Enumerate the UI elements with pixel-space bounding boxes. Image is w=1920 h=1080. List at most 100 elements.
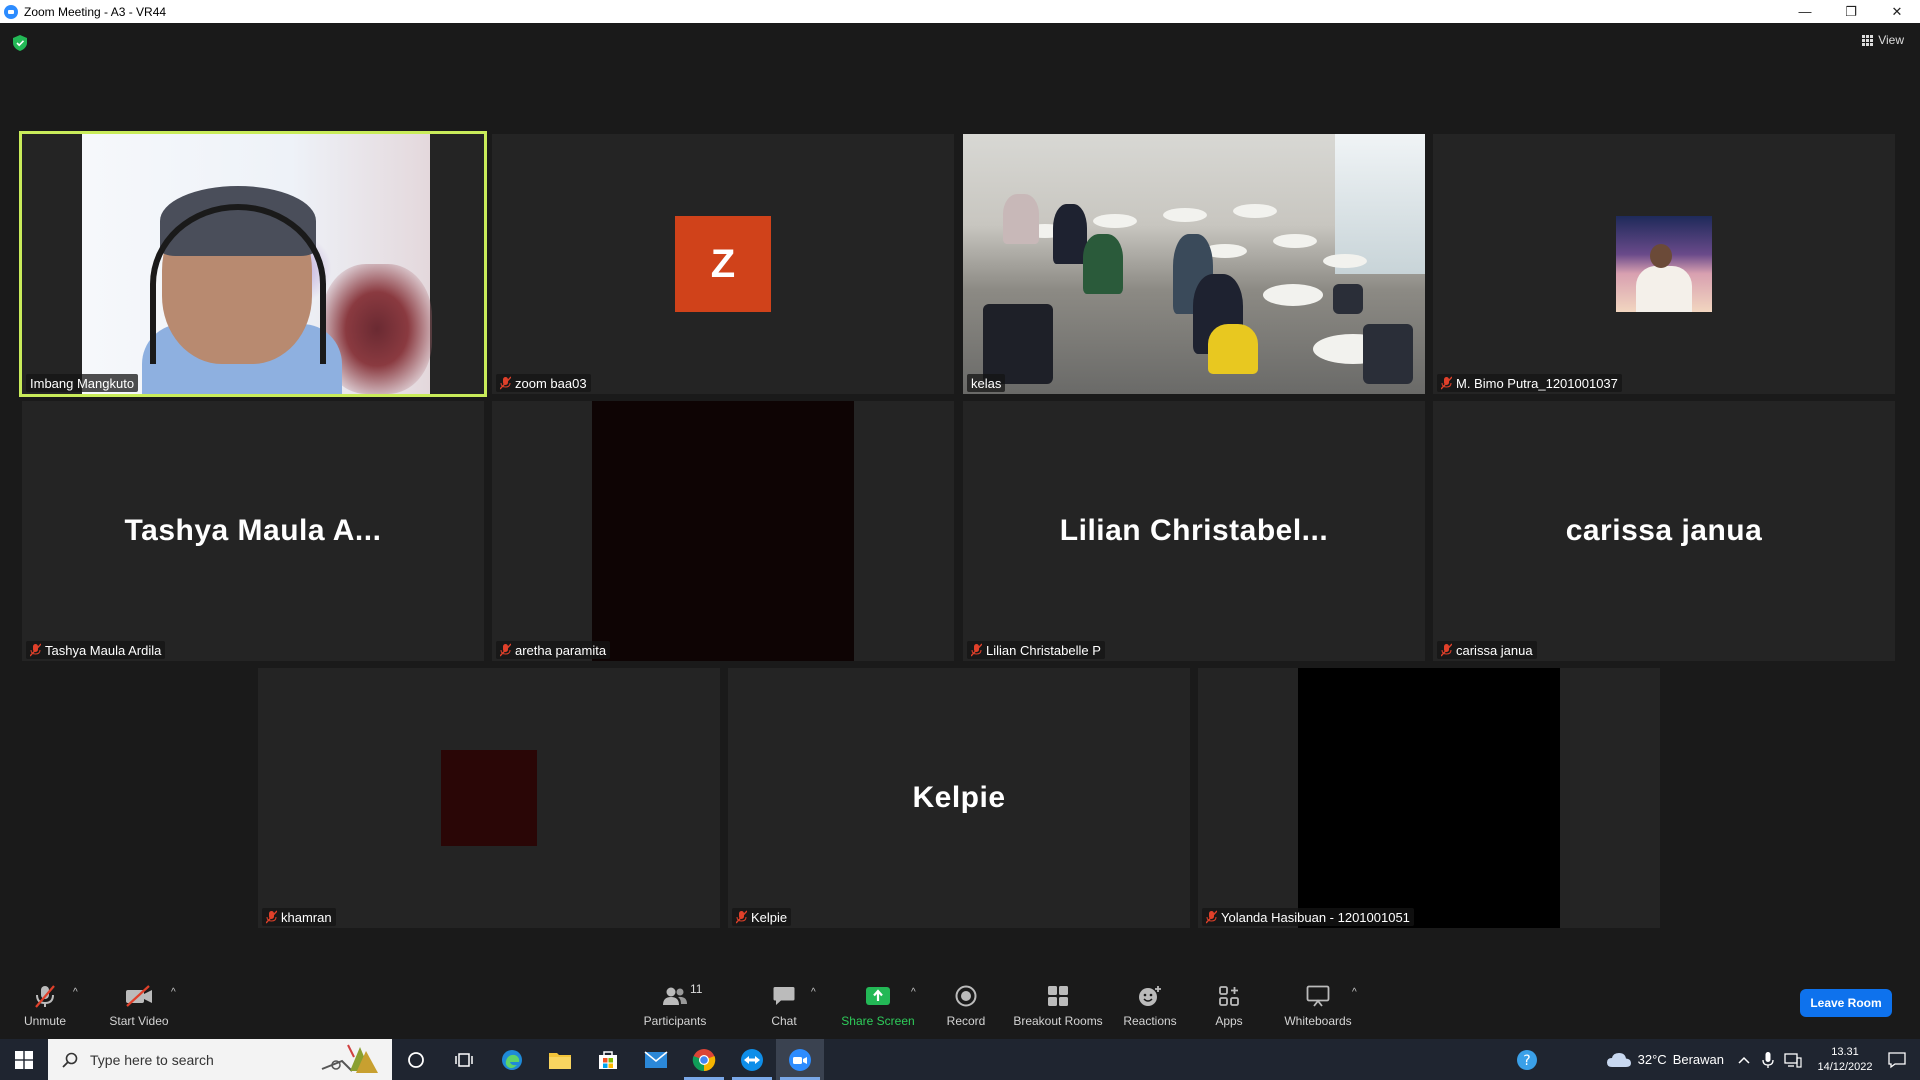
video-tile-carissa-janua[interactable]: carissa janua carissa janua — [1433, 401, 1895, 661]
video-tile-khamran[interactable]: khamran — [258, 668, 720, 928]
participants-button[interactable]: 11 Participants — [640, 973, 710, 1039]
muted-mic-icon — [266, 910, 277, 924]
search-icon — [62, 1052, 78, 1068]
taskbar-app-file-explorer[interactable] — [536, 1039, 584, 1080]
participant-display-name: carissa janua — [1565, 514, 1763, 547]
video-tile-m-bimo-putra[interactable]: M. Bimo Putra_1201001037 — [1433, 134, 1895, 394]
video-tile-yolanda-hasibuan[interactable]: Yolanda Hasibuan - 1201001051 — [1198, 668, 1660, 928]
participant-name-tag: Yolanda Hasibuan - 1201001051 — [1202, 908, 1414, 926]
system-tray: ? 32°C Berawan 13.31 14/12/2022 — [1516, 1039, 1920, 1080]
encryption-shield-icon[interactable] — [13, 35, 27, 51]
show-hidden-icons-chevron-up-icon[interactable] — [1738, 1056, 1750, 1064]
participant-name: M. Bimo Putra_1201001037 — [1456, 375, 1618, 391]
taskbar-search-input[interactable]: Type here to search — [48, 1039, 392, 1080]
grid-view-icon — [1862, 34, 1874, 46]
participant-name-tag: Lilian Christabelle P — [967, 641, 1105, 659]
record-button[interactable]: Record — [940, 973, 992, 1039]
participant-video — [82, 134, 432, 394]
muted-mic-icon — [1441, 643, 1452, 657]
participant-name: carissa janua — [1456, 642, 1533, 658]
participant-name-tag: Tashya Maula Ardila — [26, 641, 166, 659]
participant-name: zoom baa03 — [515, 375, 587, 391]
task-view-button[interactable] — [440, 1039, 488, 1080]
windows-taskbar: Type here to search ? 32°C Berawan 13.31 — [0, 1039, 1920, 1080]
store-icon — [599, 1050, 617, 1069]
unmute-label: Unmute — [23, 1014, 67, 1028]
apps-button[interactable]: Apps — [1206, 973, 1252, 1039]
whiteboards-label: Whiteboards — [1284, 1014, 1352, 1028]
unmute-button[interactable]: Unmute — [14, 973, 76, 1039]
video-tile-imbang-mangkuto[interactable]: Imbang Mangkuto — [19, 131, 487, 397]
video-tile-kelas[interactable]: kelas — [963, 134, 1425, 394]
participant-display-name: Kelpie — [912, 781, 1006, 814]
clock-time: 13.31 — [1831, 1045, 1859, 1058]
audio-options-caret[interactable]: ^ — [73, 987, 78, 998]
start-video-button[interactable]: Start Video — [104, 973, 174, 1039]
participant-name: Kelpie — [751, 909, 788, 925]
search-highlight-icon — [321, 1044, 378, 1073]
video-tile-aretha-paramita[interactable]: aretha paramita — [492, 401, 954, 661]
whiteboards-button[interactable]: Whiteboards — [1280, 973, 1356, 1039]
headset-icon — [150, 204, 326, 364]
taskbar-app-mail[interactable] — [632, 1039, 680, 1080]
avatar — [1616, 216, 1712, 312]
video-tile-tashya-maula-ardila[interactable]: Tashya Maula A... Tashya Maula Ardila — [22, 401, 484, 661]
muted-mic-icon — [1441, 376, 1452, 390]
video-tile-lilian-christabelle[interactable]: Lilian Christabel... Lilian Christabelle… — [963, 401, 1425, 661]
avatar: Z — [675, 216, 771, 312]
weather-temperature[interactable]: 32°C — [1638, 1052, 1667, 1067]
participants-label: Participants — [643, 1014, 707, 1028]
minimize-button[interactable]: — — [1782, 0, 1828, 23]
breakout-rooms-button[interactable]: Breakout Rooms — [1012, 973, 1104, 1039]
taskbar-app-teamviewer[interactable] — [728, 1039, 776, 1080]
network-icon[interactable] — [1784, 1052, 1802, 1068]
participant-name-tag: khamran — [262, 908, 336, 926]
chat-options-caret[interactable]: ^ — [811, 987, 816, 998]
leave-room-button[interactable]: Leave Room — [1800, 989, 1892, 1017]
restore-button[interactable]: ❐ — [1828, 0, 1874, 23]
mail-icon — [644, 1050, 668, 1068]
participant-name: Imbang Mangkuto — [30, 375, 135, 391]
share-screen-icon — [866, 987, 890, 1005]
view-label: View — [1878, 33, 1904, 47]
participant-video — [592, 401, 854, 661]
weather-condition[interactable]: Berawan — [1673, 1052, 1724, 1067]
video-off-icon — [126, 985, 152, 1007]
view-button[interactable]: View — [1862, 33, 1904, 47]
clock-date: 14/12/2022 — [1817, 1060, 1873, 1073]
participant-name-tag: M. Bimo Putra_1201001037 — [1437, 374, 1622, 392]
reactions-label: Reactions — [1123, 1014, 1177, 1028]
share-options-caret[interactable]: ^ — [911, 987, 916, 998]
start-video-label: Start Video — [109, 1014, 169, 1028]
muted-mic-icon — [500, 376, 511, 390]
video-tile-zoom-baa03[interactable]: Z zoom baa03 — [492, 134, 954, 394]
muted-mic-icon — [30, 643, 41, 657]
cloud-weather-icon[interactable] — [1606, 1051, 1632, 1069]
whiteboard-options-caret[interactable]: ^ — [1352, 987, 1357, 998]
participant-name-tag: Imbang Mangkuto — [26, 374, 139, 392]
close-button[interactable]: ✕ — [1874, 0, 1920, 23]
video-options-caret[interactable]: ^ — [171, 987, 176, 998]
apps-label: Apps — [1215, 1014, 1243, 1028]
start-button[interactable] — [0, 1039, 48, 1080]
notification-center-icon[interactable] — [1888, 1051, 1906, 1069]
participant-display-name: Tashya Maula A... — [124, 514, 382, 547]
microphone-icon[interactable] — [1762, 1051, 1774, 1069]
taskbar-clock[interactable]: 13.31 14/12/2022 — [1810, 1045, 1880, 1075]
svg-text:?: ? — [1523, 1053, 1530, 1069]
taskbar-app-chrome[interactable] — [680, 1039, 728, 1080]
taskbar-app-zoom[interactable] — [776, 1039, 824, 1080]
record-label: Record — [946, 1014, 986, 1028]
share-screen-button[interactable]: Share Screen — [838, 973, 918, 1039]
muted-mic-icon — [1206, 910, 1217, 924]
taskbar-app-store[interactable] — [584, 1039, 632, 1080]
chat-button[interactable]: Chat — [758, 973, 810, 1039]
video-tile-kelpie[interactable]: Kelpie Kelpie — [728, 668, 1190, 928]
cortana-button[interactable] — [392, 1039, 440, 1080]
muted-mic-icon — [736, 910, 747, 924]
chat-icon — [773, 987, 795, 1005]
reactions-button[interactable]: Reactions — [1120, 973, 1180, 1039]
muted-mic-icon — [500, 643, 511, 657]
taskbar-app-edge[interactable] — [488, 1039, 536, 1080]
help-icon[interactable]: ? — [1516, 1049, 1538, 1071]
